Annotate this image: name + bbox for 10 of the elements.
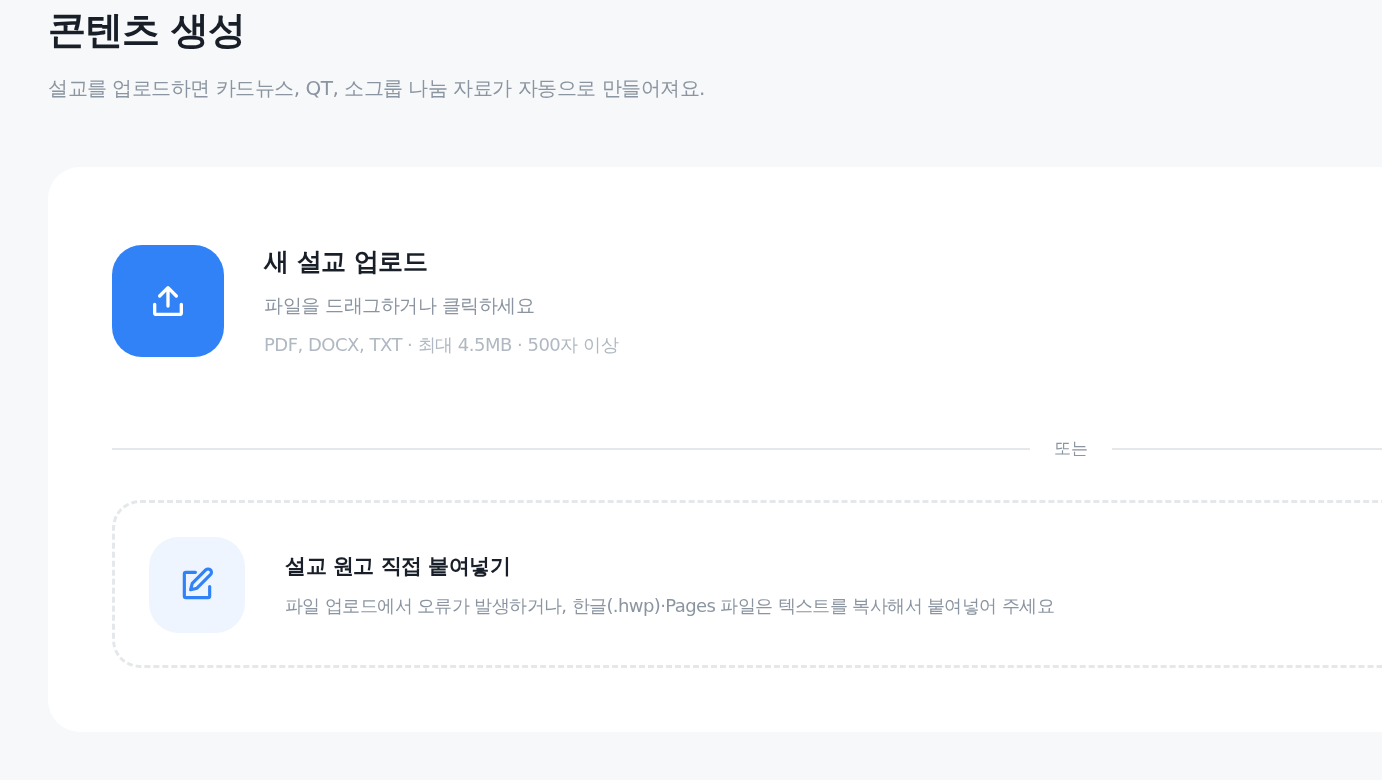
paste-text-option[interactable]: 설교 원고 직접 붙여넣기 파일 업로드에서 오류가 발생하거나, 한글(.hwp)·Pages 파일은 텍스트를 복사해서 붙여넣어 주세요: [112, 499, 1382, 668]
paste-description: 파일 업로드에서 오류가 발생하거나, 한글(.hwp)·Pages 파일은 텍스트를 복사해서 붙여넣어 주세요: [285, 594, 1054, 619]
page-subtitle: 설교를 업로드하면 카드뉴스, QT, 소그룹 나눔 자료가 자동으로 만들어져요.: [48, 75, 706, 103]
upload-title: 새 설교 업로드: [264, 246, 429, 279]
upload-formats: PDF, DOCX, TXT · 최대 4.5MB · 500자 이상: [264, 333, 619, 358]
divider-label: 또는: [1053, 437, 1089, 461]
upload-button[interactable]: [112, 244, 224, 357]
page-title: 콘텐츠 생성: [48, 7, 247, 54]
paste-title: 설교 원고 직접 붙여넣기: [285, 552, 512, 580]
upload-hint: 파일을 드래그하거나 클릭하세요: [264, 292, 536, 318]
